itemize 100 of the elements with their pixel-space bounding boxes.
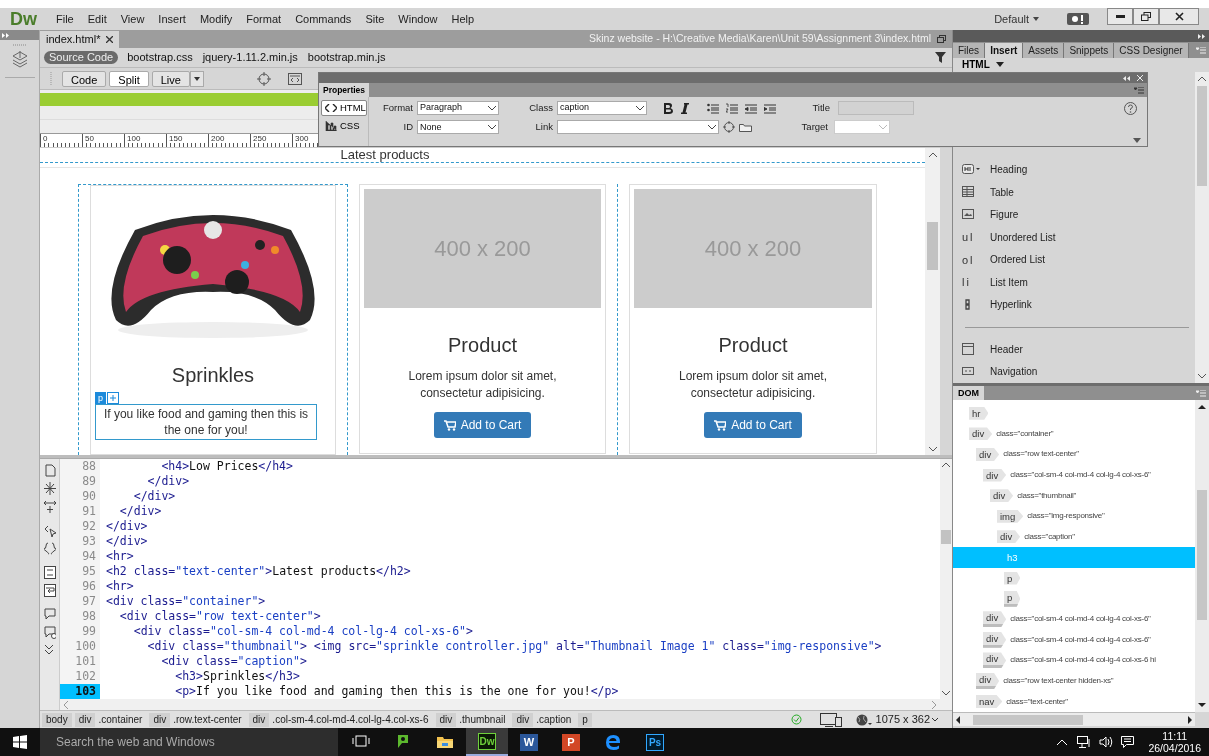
menu-item[interactable]: Format [239, 10, 289, 28]
panel-tab[interactable]: DOM [953, 386, 984, 400]
view-button[interactable]: Live [151, 70, 190, 87]
collapse-icon[interactable] [1123, 75, 1131, 81]
tag-selector-item[interactable]: p [578, 712, 592, 727]
close-button[interactable] [1159, 8, 1199, 25]
related-file[interactable]: bootstrap.css [126, 49, 194, 66]
tree-row[interactable]: div class="container" [953, 423, 1195, 445]
tree-row[interactable]: nav class="text-center" [953, 691, 1195, 712]
scroll-right-icon[interactable] [1187, 715, 1192, 724]
outdent-icon[interactable] [745, 102, 757, 114]
menu-item[interactable]: Site [358, 10, 392, 28]
brackets-icon[interactable] [43, 542, 56, 555]
document-tab[interactable]: index.html* [40, 31, 120, 48]
taskbar-app[interactable]: Dw [466, 728, 508, 756]
insert-item[interactable]: Heading [953, 158, 1195, 182]
panel-menu-icon[interactable] [1134, 87, 1144, 94]
mode-button[interactable]: CSS [321, 118, 367, 134]
scrollbar-thumb[interactable] [1197, 490, 1207, 620]
scrollbar[interactable] [953, 712, 1195, 726]
tree-row[interactable]: div class="caption" [953, 526, 1195, 548]
scrollbar[interactable] [1195, 400, 1209, 712]
scrollbar-thumb[interactable] [1197, 86, 1207, 186]
workspace-switcher[interactable]: Default [994, 10, 1039, 28]
scrollbar[interactable] [1195, 72, 1209, 383]
bold-icon[interactable] [663, 102, 673, 114]
add-to-cart-button[interactable]: Add to Cart [704, 412, 802, 438]
remove-comment-icon[interactable] [43, 626, 56, 639]
tree-row[interactable]: div class="row text-center" [953, 444, 1195, 465]
panel-tab[interactable]: Files [953, 43, 986, 58]
help-icon[interactable] [1124, 101, 1137, 115]
panel-tab[interactable]: Properties [319, 83, 370, 97]
menu-item[interactable]: Insert [151, 10, 193, 28]
scrollbar[interactable] [940, 459, 952, 710]
menu-item[interactable]: File [49, 10, 81, 28]
network-icon[interactable] [1077, 736, 1092, 748]
tag-selector-item[interactable]: body [42, 712, 72, 727]
expand-icon[interactable] [2, 32, 10, 38]
layers-icon[interactable] [11, 50, 29, 68]
filter-icon[interactable] [935, 52, 946, 63]
volume-icon[interactable] [1099, 736, 1114, 748]
document-icon[interactable] [43, 464, 56, 477]
comment-icon[interactable] [43, 608, 56, 621]
panel-tab[interactable]: Assets [1023, 43, 1065, 58]
scroll-left-icon[interactable] [956, 715, 961, 724]
panel-tab[interactable]: Insert [985, 43, 1024, 58]
scroll-up-icon[interactable] [1198, 76, 1206, 82]
tag-selector-item[interactable]: div .container [74, 712, 147, 727]
scroll-up-icon[interactable] [928, 152, 937, 158]
scrollbar-thumb[interactable] [941, 530, 951, 544]
tree-row[interactable]: hr [953, 403, 1195, 424]
tag-selector-item[interactable]: div .thumbnail [435, 712, 510, 727]
tag-badge[interactable]: p [95, 392, 106, 404]
menu-item[interactable]: Modify [192, 10, 240, 28]
tag-selector-item[interactable]: div .caption [512, 712, 576, 727]
menu-item[interactable]: Window [391, 10, 445, 28]
scroll-down-icon[interactable] [1198, 702, 1206, 708]
tag-selector-item[interactable]: div .col-sm-4.col-md-4.col-lg-4.col-xs-6 [248, 712, 433, 727]
window-size-menu[interactable]: 1075 x 362 [875, 711, 938, 728]
tree-row[interactable]: div class="col-sm-4 col-md-4 col-lg-4 col-xs-6" [953, 464, 1195, 486]
scroll-down-icon[interactable] [1198, 373, 1206, 379]
menu-item[interactable]: Edit [80, 10, 114, 28]
select-field[interactable] [834, 120, 890, 135]
select-field[interactable] [557, 120, 719, 135]
word-wrap-icon[interactable] [43, 584, 56, 597]
add-to-cart-button[interactable]: Add to Cart [433, 412, 532, 438]
select-field[interactable]: None [417, 120, 499, 135]
globe-icon[interactable] [855, 713, 872, 726]
collapse-icon[interactable] [1198, 33, 1206, 39]
collapse-icon[interactable] [43, 482, 56, 495]
tree-row[interactable]: div class="col-sm-4 col-md-4 col-lg-4 col-xs-6" [953, 608, 1195, 630]
select-field[interactable]: Paragraph [417, 101, 499, 116]
add-icon[interactable] [107, 392, 119, 404]
chevron-up-icon[interactable] [1057, 739, 1068, 745]
scrollbar-thumb[interactable] [927, 222, 938, 270]
more-icon[interactable] [43, 644, 56, 657]
tree-row[interactable]: div class="thumbnail" [953, 485, 1195, 506]
insert-item[interactable]: Table [953, 181, 1195, 204]
panel-tab[interactable]: Snippets [1064, 43, 1115, 58]
title-field[interactable] [838, 101, 914, 116]
tree-row[interactable]: div class="row text-center hidden-xs" [953, 670, 1195, 692]
scrollbar[interactable] [925, 148, 940, 455]
clock[interactable]: 11:11 26/04/2016 [1148, 730, 1201, 754]
insert-item[interactable]: Hyperlink [953, 293, 1195, 317]
select-parent-icon[interactable] [43, 524, 56, 537]
scroll-down-icon[interactable] [928, 446, 937, 452]
line-numbers-icon[interactable] [43, 566, 56, 579]
select-field[interactable]: caption [557, 101, 647, 116]
close-icon[interactable] [106, 36, 114, 43]
menu-item[interactable]: Commands [288, 10, 359, 28]
grip-icon[interactable] [13, 44, 27, 47]
tree-row[interactable]: p [953, 567, 1195, 589]
tag-selector-item[interactable]: div .row.text-center [149, 712, 246, 727]
unordered-list-icon[interactable] [707, 102, 719, 114]
point-to-file-icon[interactable] [723, 121, 735, 134]
scroll-up-icon[interactable] [1198, 404, 1206, 410]
scrollbar-thumb[interactable] [973, 714, 1083, 725]
view-button[interactable]: Code [62, 70, 107, 87]
target-icon[interactable] [256, 71, 271, 86]
insert-item[interactable]: ul Unordered List [953, 226, 1195, 249]
